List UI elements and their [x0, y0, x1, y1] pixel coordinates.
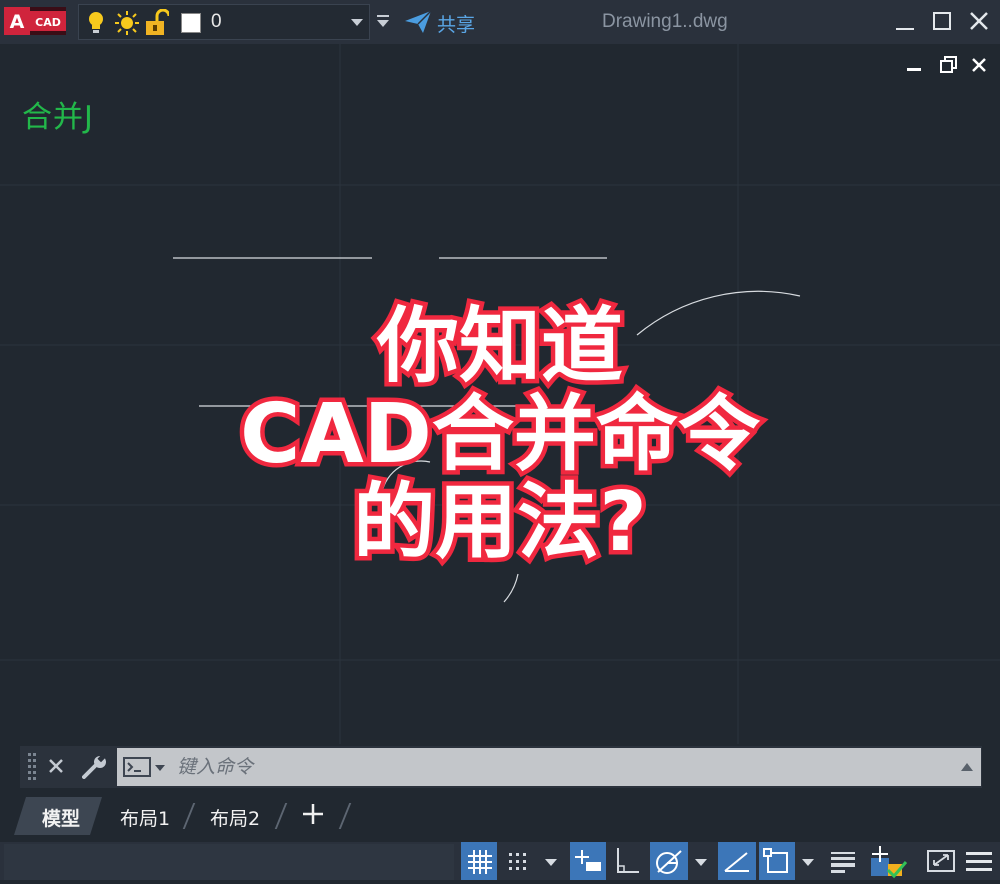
- logo-text: CAD: [35, 16, 61, 29]
- workspace-icon: [871, 846, 908, 879]
- polar-tracking-icon: [656, 850, 682, 874]
- fullscreen-icon: [927, 850, 955, 872]
- isodraft-toggle[interactable]: [718, 842, 756, 880]
- drawing-canvas[interactable]: 合并J 你知道 CAD合并命令 的用法?: [0, 44, 1000, 744]
- sun-icon[interactable]: [115, 11, 139, 35]
- tab-separator: [182, 803, 196, 829]
- status-bar: [0, 842, 1000, 880]
- tab-separator: [338, 803, 352, 829]
- drag-handle-icon[interactable]: [28, 753, 36, 781]
- chevron-down-icon[interactable]: [351, 19, 363, 26]
- grid-icon: [468, 850, 492, 874]
- viewport-minimize-icon[interactable]: [907, 68, 921, 71]
- tab-layout2[interactable]: 布局2: [210, 804, 260, 831]
- add-layout-icon[interactable]: [302, 803, 324, 825]
- logo-letter: A: [10, 11, 25, 33]
- share-button[interactable]: 共享: [437, 10, 475, 37]
- coordinate-readout: [4, 844, 454, 880]
- close-icon[interactable]: [968, 10, 990, 32]
- isodraft-icon: [724, 852, 749, 872]
- dynamic-input-icon: [575, 850, 601, 871]
- quick-access-more-icon[interactable]: [376, 14, 390, 28]
- command-history-icon[interactable]: [961, 763, 973, 771]
- autocad-logo[interactable]: A CAD: [4, 7, 66, 35]
- viewport-restore-icon[interactable]: [940, 56, 958, 74]
- headline-line-1: 你知道: [372, 298, 627, 395]
- customize-icon: [966, 852, 992, 871]
- ortho-toggle[interactable]: [609, 842, 645, 880]
- tab-model-label[interactable]: 模型: [42, 804, 80, 831]
- layer-color-swatch: [181, 13, 201, 33]
- command-line: [20, 746, 982, 788]
- object-snap-icon: [763, 848, 788, 873]
- drawing-text: 合并J: [22, 100, 94, 135]
- close-command-line-icon[interactable]: [48, 758, 64, 774]
- share-icon[interactable]: [404, 10, 432, 34]
- object-snap-toggle[interactable]: [759, 842, 795, 880]
- headline-overlay: 你知道 CAD合并命令 的用法?: [0, 298, 1000, 571]
- current-layer-name: 0: [211, 11, 222, 32]
- polar-menu-chevron[interactable]: [695, 859, 707, 866]
- lineweight-toggle[interactable]: [826, 842, 860, 880]
- document-title: Drawing1..dwg: [602, 11, 728, 32]
- lineweight-icon: [831, 852, 855, 873]
- command-input[interactable]: [177, 750, 957, 784]
- snap-toggle[interactable]: [500, 842, 536, 880]
- polar-tracking-toggle[interactable]: [650, 842, 688, 880]
- layout-tabs: 模型 布局1 布局2: [0, 795, 1000, 837]
- viewport-close-icon[interactable]: [970, 56, 988, 74]
- title-bar: A CAD 0 共享 Drawing1..dwg: [0, 0, 1000, 44]
- chevron-down-icon[interactable]: [155, 765, 165, 771]
- layer-dropdown[interactable]: 0: [78, 4, 370, 40]
- tab-layout1[interactable]: 布局1: [120, 804, 170, 831]
- command-prompt-icon[interactable]: [123, 757, 151, 777]
- customize-menu[interactable]: [962, 842, 996, 880]
- headline-line-2: CAD合并命令: [236, 386, 765, 483]
- lightbulb-icon[interactable]: [87, 11, 105, 35]
- fullscreen-toggle[interactable]: [922, 842, 960, 880]
- minimize-icon[interactable]: [896, 28, 914, 30]
- snap-icon: [509, 853, 526, 870]
- workspace-switch[interactable]: [866, 842, 910, 880]
- headline-line-3: 的用法?: [349, 474, 652, 571]
- object-snap-menu-chevron[interactable]: [802, 859, 814, 866]
- unlock-icon[interactable]: [145, 9, 169, 37]
- maximize-icon[interactable]: [933, 12, 951, 30]
- grid-toggle[interactable]: [461, 842, 497, 880]
- tab-separator: [274, 803, 288, 829]
- command-input-box[interactable]: [117, 748, 981, 786]
- dynamic-input-toggle[interactable]: [570, 842, 606, 880]
- wrench-icon[interactable]: [82, 755, 108, 779]
- snap-menu-chevron[interactable]: [545, 859, 557, 866]
- ortho-icon: [617, 848, 639, 873]
